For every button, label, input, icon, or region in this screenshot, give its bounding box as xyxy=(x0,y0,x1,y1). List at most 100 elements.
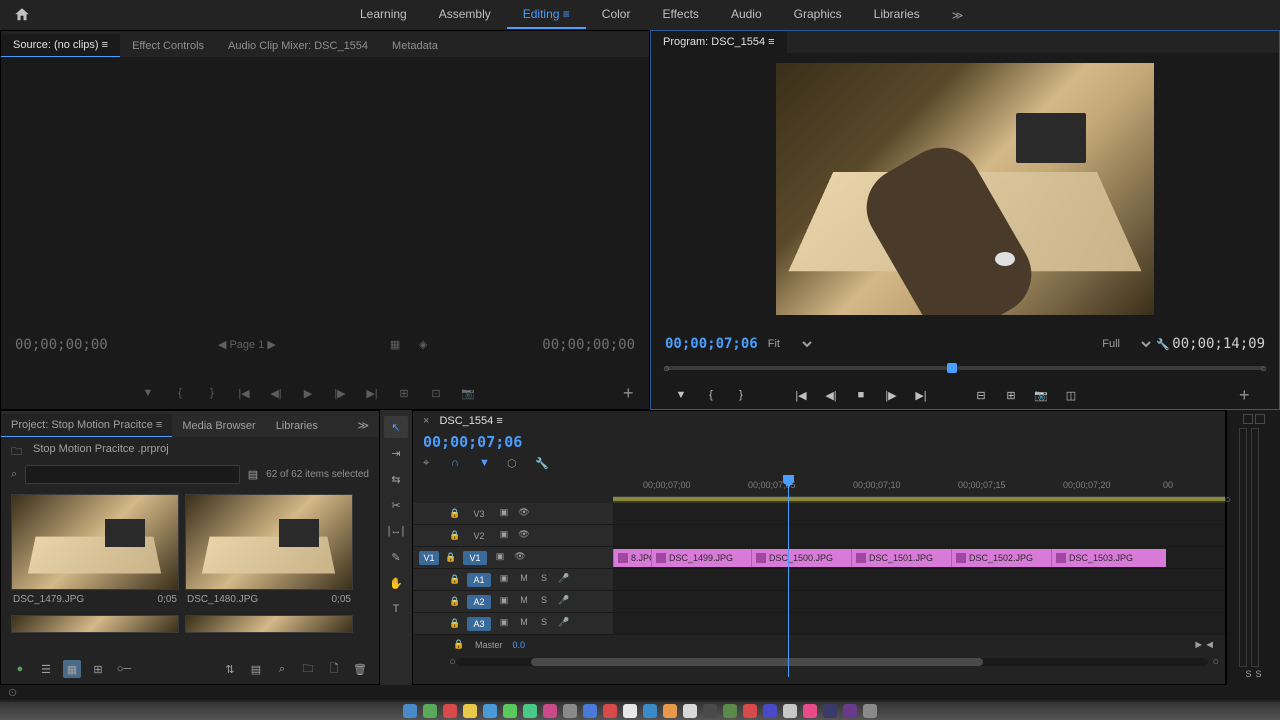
dock-app[interactable] xyxy=(843,704,857,718)
track-content[interactable] xyxy=(613,569,1225,590)
dock-app[interactable] xyxy=(763,704,777,718)
timeline-ruler[interactable]: 00;00;07;00 00;00;07;05 00;00;07;10 00;0… xyxy=(613,477,1225,497)
toggle-output-icon[interactable]: ▣ xyxy=(493,551,507,565)
track-content[interactable] xyxy=(613,613,1225,634)
toggle-output-icon[interactable]: ▣ xyxy=(497,617,511,631)
lock-icon[interactable]: 🔒 xyxy=(449,574,461,586)
source-insert-icon[interactable]: ⊞ xyxy=(395,384,413,402)
timeline-scrollbar[interactable]: ○ ○ xyxy=(443,655,1225,669)
mute-button[interactable]: M xyxy=(517,573,531,587)
dock-app[interactable] xyxy=(643,704,657,718)
timeline-settings-icon[interactable]: ⬡ xyxy=(507,457,523,473)
type-tool[interactable]: T xyxy=(384,598,408,620)
program-quality-dropdown[interactable]: Full xyxy=(1092,335,1154,353)
project-search-input[interactable] xyxy=(25,465,240,484)
razor-tool[interactable]: ✂ xyxy=(384,494,408,516)
solo-button[interactable]: S xyxy=(537,617,551,631)
snap-icon[interactable]: ⌖ xyxy=(423,457,439,473)
source-out-bracket-icon[interactable]: } xyxy=(203,384,221,402)
sequence-name[interactable]: DSC_1554 ≡ xyxy=(439,415,502,427)
timeline-clip[interactable]: DSC_1501.JPG xyxy=(851,549,951,567)
timeline-clip[interactable]: DSC_1500.JPG xyxy=(751,549,851,567)
goto-out-icon[interactable]: ▶| xyxy=(911,385,931,405)
timeline-clip[interactable]: DSC_1503.JPG xyxy=(1051,549,1166,567)
tab-program[interactable]: Program: DSC_1554 ≡ xyxy=(651,31,787,53)
track-content[interactable] xyxy=(613,591,1225,612)
source-mark-in-icon[interactable]: ▼ xyxy=(139,384,157,402)
solo-button[interactable]: S xyxy=(537,573,551,587)
tab-metadata[interactable]: Metadata xyxy=(380,35,450,57)
workspace-color[interactable]: Color xyxy=(586,1,647,29)
source-in-bracket-icon[interactable]: { xyxy=(171,384,189,402)
meter-peak-left[interactable] xyxy=(1243,414,1253,424)
lock-icon[interactable]: 🔒 xyxy=(445,552,457,564)
track-label[interactable]: V3 xyxy=(467,507,491,521)
dock-app[interactable] xyxy=(823,704,837,718)
program-zoom-dropdown[interactable]: Fit xyxy=(758,335,815,353)
program-settings-icon[interactable]: 🔧 xyxy=(1154,338,1172,351)
source-grid-icon[interactable]: ▦ xyxy=(386,336,404,354)
tab-source[interactable]: Source: (no clips) ≡ xyxy=(1,34,120,57)
lock-icon[interactable]: 🔒 xyxy=(449,596,461,608)
step-forward-icon[interactable]: |▶ xyxy=(881,385,901,405)
ripple-edit-tool[interactable]: ⇆ xyxy=(384,468,408,490)
source-marker-icon[interactable]: ◈ xyxy=(414,336,432,354)
workspace-libraries[interactable]: Libraries xyxy=(858,1,936,29)
program-monitor[interactable] xyxy=(651,53,1279,325)
lock-icon[interactable]: 🔒 xyxy=(453,639,465,651)
timeline-clip[interactable]: 8.JPG xyxy=(613,549,651,567)
source-patch[interactable]: V1 xyxy=(419,551,439,565)
workspace-graphics[interactable]: Graphics xyxy=(778,1,858,29)
out-point-icon[interactable]: } xyxy=(731,385,751,405)
track-label[interactable]: A3 xyxy=(467,617,491,631)
zoom-slider-icon[interactable]: ○─ xyxy=(115,660,133,678)
dock-app[interactable] xyxy=(863,704,877,718)
dock-app[interactable] xyxy=(443,704,457,718)
dock-app[interactable] xyxy=(483,704,497,718)
source-goto-out-icon[interactable]: ▶| xyxy=(363,384,381,402)
dock-app[interactable] xyxy=(683,704,697,718)
program-scrubber[interactable]: ○○ xyxy=(665,361,1265,375)
sort-icon[interactable]: ⇅ xyxy=(221,660,239,678)
dock-app[interactable] xyxy=(523,704,537,718)
tab-effect-controls[interactable]: Effect Controls xyxy=(120,35,216,57)
export-frame-icon[interactable]: 📷 xyxy=(1031,385,1051,405)
write-toggle-icon[interactable]: ● xyxy=(11,660,29,678)
solo-button[interactable]: S xyxy=(537,595,551,609)
track-content[interactable] xyxy=(613,525,1225,546)
toggle-output-icon[interactable]: ▣ xyxy=(497,595,511,609)
dock-app[interactable] xyxy=(603,704,617,718)
toggle-sync-icon[interactable]: 👁 xyxy=(517,529,531,543)
marker-icon[interactable]: ▼ xyxy=(671,385,691,405)
source-timecode-left[interactable]: 00;00;00;00 xyxy=(15,337,108,353)
selection-tool[interactable]: ↖ xyxy=(384,416,408,438)
solo-right-button[interactable]: S xyxy=(1256,669,1262,679)
search-icon[interactable]: ⌕ xyxy=(11,468,17,481)
tab-media-browser[interactable]: Media Browser xyxy=(172,415,265,437)
delete-icon[interactable]: 🗑 xyxy=(351,660,369,678)
timeline-clip[interactable]: DSC_1499.JPG xyxy=(651,549,751,567)
track-content[interactable]: 8.JPGDSC_1499.JPGDSC_1500.JPGDSC_1501.JP… xyxy=(613,547,1225,568)
slip-tool[interactable]: |↔| xyxy=(384,520,408,542)
tab-project[interactable]: Project: Stop Motion Pracitce ≡ xyxy=(1,414,172,437)
source-overwrite-icon[interactable]: ⊡ xyxy=(427,384,445,402)
toggle-sync-icon[interactable]: 👁 xyxy=(513,551,527,565)
dock-app[interactable] xyxy=(403,704,417,718)
project-item[interactable] xyxy=(11,615,179,633)
project-item[interactable]: DSC_1479.JPG0;05 xyxy=(11,494,179,609)
pen-tool[interactable]: ✎ xyxy=(384,546,408,568)
new-bin-icon[interactable]: 🗀 xyxy=(299,660,317,678)
track-label[interactable]: V1 xyxy=(463,551,487,565)
voice-record-icon[interactable]: 🎤 xyxy=(557,573,571,587)
dock-app[interactable] xyxy=(703,704,717,718)
dock-app[interactable] xyxy=(563,704,577,718)
icon-view-icon[interactable]: ▦ xyxy=(63,660,81,678)
in-point-icon[interactable]: { xyxy=(701,385,721,405)
new-item-icon[interactable]: 🗋 xyxy=(325,660,343,678)
master-value[interactable]: 0.0 xyxy=(513,640,526,650)
source-step-back-icon[interactable]: ◀| xyxy=(267,384,285,402)
mute-button[interactable]: M xyxy=(517,617,531,631)
source-play-icon[interactable]: ▶ xyxy=(299,384,317,402)
program-playhead-handle[interactable] xyxy=(947,363,957,373)
scroll-thumb[interactable] xyxy=(531,658,983,666)
